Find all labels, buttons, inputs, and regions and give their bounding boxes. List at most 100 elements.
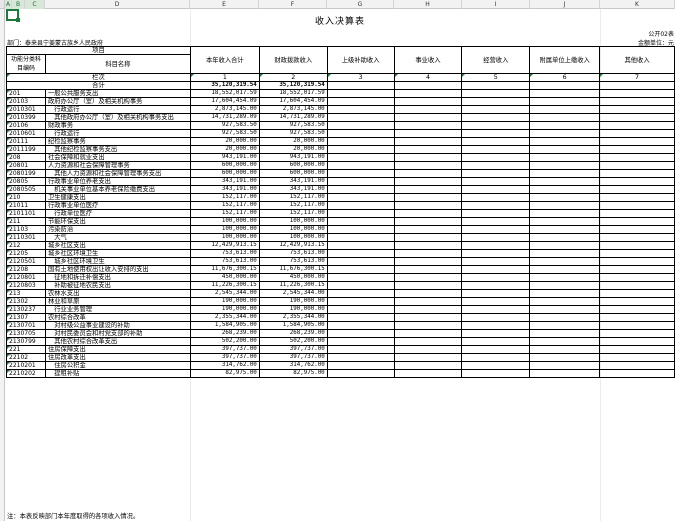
empty-cell[interactable]	[529, 201, 601, 210]
subject-name-cell[interactable]: 机关事业单位基本养老保险缴费支出	[44, 185, 191, 194]
subject-name-cell[interactable]: 行政运行	[44, 129, 191, 138]
empty-cell[interactable]	[326, 121, 395, 130]
column-header-f[interactable]: F	[259, 0, 327, 9]
fill-handle[interactable]	[16, 18, 20, 22]
empty-cell[interactable]	[326, 321, 395, 330]
empty-cell[interactable]	[326, 185, 395, 194]
fiscal-cell[interactable]: 100,000.00	[258, 217, 328, 226]
subject-name-cell[interactable]: 大气	[44, 233, 191, 242]
func-code-cell[interactable]: 21208	[6, 265, 46, 274]
empty-cell[interactable]	[599, 105, 675, 114]
empty-cell[interactable]	[599, 313, 675, 322]
empty-cell[interactable]	[599, 193, 675, 202]
empty-cell[interactable]	[326, 273, 395, 282]
empty-cell[interactable]	[461, 169, 531, 178]
empty-cell[interactable]	[529, 289, 601, 298]
fiscal-header[interactable]: 财政拨款收入	[258, 46, 328, 74]
empty-cell[interactable]	[529, 233, 601, 242]
empty-cell[interactable]	[461, 273, 531, 282]
empty-cell[interactable]	[326, 129, 395, 138]
empty-cell[interactable]	[461, 249, 531, 258]
total-income-cell[interactable]: 17,604,454.09	[189, 97, 260, 106]
empty-cell[interactable]	[529, 161, 601, 170]
empty-cell[interactable]	[599, 281, 675, 290]
operation-header[interactable]: 经营收入	[461, 46, 531, 74]
empty-cell[interactable]	[529, 129, 601, 138]
fiscal-cell[interactable]: 100,000.00	[258, 225, 328, 234]
empty-cell[interactable]	[393, 153, 463, 162]
subject-name-cell[interactable]: 节能环保支出	[44, 217, 191, 226]
total-income-cell[interactable]: 343,191.00	[189, 177, 260, 186]
project-header[interactable]: 项目	[6, 46, 191, 55]
total-income-cell[interactable]: 20,000.00	[189, 137, 260, 146]
empty-cell[interactable]	[461, 161, 531, 170]
empty-cell[interactable]	[529, 337, 601, 346]
column-header-j[interactable]: J	[530, 0, 600, 9]
empty-cell[interactable]	[393, 233, 463, 242]
empty-cell[interactable]	[599, 153, 675, 162]
empty-cell[interactable]	[393, 129, 463, 138]
empty-cell[interactable]	[461, 313, 531, 322]
col-num-2[interactable]: 2	[258, 73, 328, 82]
fiscal-cell[interactable]: 190,000.00	[258, 305, 328, 314]
func-code-cell[interactable]: 20103	[6, 97, 46, 106]
empty-cell[interactable]	[461, 145, 531, 154]
empty-cell[interactable]	[529, 241, 601, 250]
subject-name-cell[interactable]: 行政事业单位医疗	[44, 201, 191, 210]
empty-cell[interactable]	[599, 289, 675, 298]
empty-cell[interactable]	[529, 209, 601, 218]
empty-cell[interactable]	[461, 257, 531, 266]
empty-cell[interactable]	[461, 265, 531, 274]
total-income-cell[interactable]: 100,000.00	[189, 217, 260, 226]
subject-name-cell[interactable]: 人力资源和社会保障管理事务	[44, 161, 191, 170]
total-income-cell[interactable]: 927,583.50	[189, 129, 260, 138]
empty-cell[interactable]	[326, 305, 395, 314]
col-num-6[interactable]: 6	[529, 73, 601, 82]
empty-cell[interactable]	[393, 257, 463, 266]
empty-cell[interactable]	[326, 361, 395, 370]
empty-cell[interactable]	[599, 297, 675, 306]
empty-cell[interactable]	[529, 177, 601, 186]
total-income-cell[interactable]: 18,552,017.59	[189, 89, 260, 98]
empty-cell[interactable]	[461, 337, 531, 346]
empty-cell[interactable]	[529, 137, 601, 146]
empty-cell[interactable]	[461, 289, 531, 298]
fiscal-cell[interactable]: 600,000.00	[258, 169, 328, 178]
empty-cell[interactable]	[393, 289, 463, 298]
fiscal-cell[interactable]: 152,117.00	[258, 201, 328, 210]
total-income-header[interactable]: 本年收入合计	[189, 46, 260, 74]
func-code-cell[interactable]: 2110301	[6, 233, 46, 242]
empty-cell[interactable]	[529, 97, 601, 106]
empty-cell[interactable]	[326, 105, 395, 114]
empty-cell[interactable]	[529, 217, 601, 226]
func-code-cell[interactable]: 21302	[6, 297, 46, 306]
fiscal-cell[interactable]: 14,731,289.09	[258, 113, 328, 122]
column-header-g[interactable]: G	[327, 0, 394, 9]
total-income-cell[interactable]: 600,000.00	[189, 169, 260, 178]
empty-cell[interactable]	[326, 153, 395, 162]
empty-cell[interactable]	[599, 209, 675, 218]
empty-cell[interactable]	[393, 209, 463, 218]
column-header-k[interactable]: K	[600, 0, 675, 9]
empty-cell[interactable]	[461, 345, 531, 354]
empty-cell[interactable]	[393, 201, 463, 210]
fiscal-cell[interactable]: 12,429,913.15	[258, 241, 328, 250]
empty-cell[interactable]	[326, 169, 395, 178]
empty-cell[interactable]	[529, 225, 601, 234]
total-income-cell[interactable]: 152,117.00	[189, 193, 260, 202]
fiscal-cell[interactable]: 927,583.50	[258, 129, 328, 138]
col-num-1[interactable]: 1	[189, 73, 260, 82]
total-income-cell[interactable]: 450,000.00	[189, 273, 260, 282]
fiscal-cell[interactable]: 18,552,017.59	[258, 89, 328, 98]
empty-cell[interactable]	[393, 265, 463, 274]
empty-cell[interactable]	[529, 113, 601, 122]
func-code-cell[interactable]: 21011	[6, 201, 46, 210]
empty-cell[interactable]	[599, 217, 675, 226]
empty-cell[interactable]	[461, 321, 531, 330]
subject-name-cell[interactable]: 农林水支出	[44, 289, 191, 298]
subject-name-cell[interactable]: 城乡社区环境卫生	[44, 249, 191, 258]
func-code-cell[interactable]: 212	[6, 241, 46, 250]
total-fiscal-value[interactable]: 35,120,319.54	[258, 81, 328, 90]
func-code-cell[interactable]: 208	[6, 153, 46, 162]
empty-cell[interactable]	[393, 137, 463, 146]
